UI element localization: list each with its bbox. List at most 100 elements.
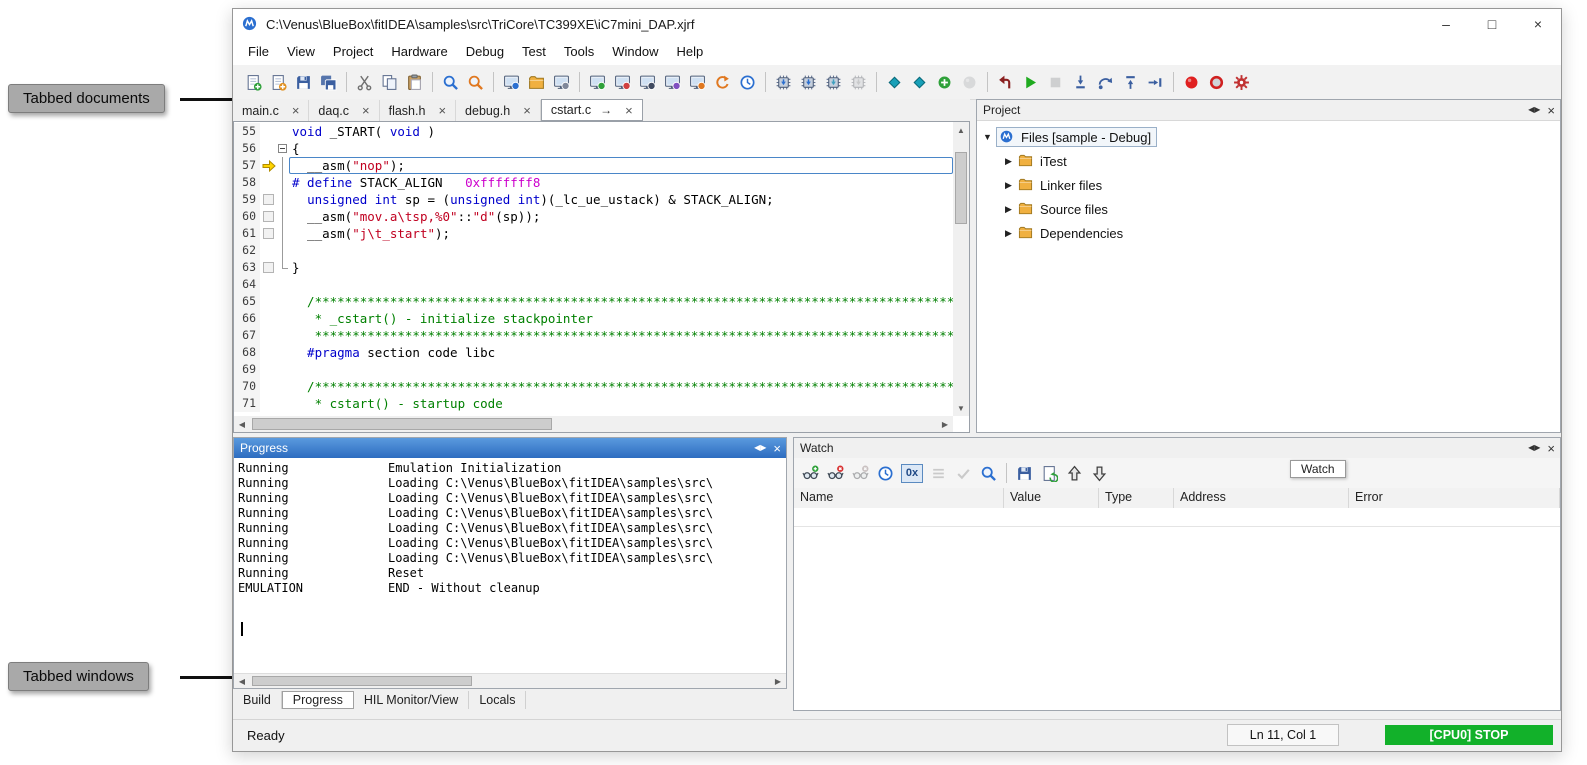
stop-button[interactable] — [1044, 71, 1067, 94]
column-header-error[interactable]: Error — [1349, 488, 1560, 508]
code-editor[interactable]: 55void _START( void )56{57 __asm("nop");… — [233, 121, 970, 433]
menu-file[interactable]: File — [239, 39, 278, 65]
code-line[interactable]: 66 * _cstart() - initialize stackpointer — [234, 310, 953, 327]
copy-button[interactable] — [378, 71, 401, 94]
view-memory-button[interactable] — [611, 71, 634, 94]
reset-button[interactable] — [994, 71, 1017, 94]
download-code-button[interactable] — [772, 71, 795, 94]
code-line[interactable]: 60 __asm("mov.a\tsp,%0"::"d"(sp)); — [234, 208, 953, 225]
code-line[interactable]: 62 — [234, 242, 953, 259]
close-panel-icon[interactable]: × — [773, 442, 781, 455]
dock-toggle-icon[interactable]: ◀▶ — [1528, 444, 1540, 452]
download-button[interactable] — [500, 71, 523, 94]
paste-button[interactable] — [403, 71, 426, 94]
column-header-name[interactable]: Name — [794, 488, 1004, 508]
collapse-icon[interactable] — [278, 144, 287, 153]
chevron-right-icon[interactable]: ▶ — [1005, 228, 1018, 239]
close-icon[interactable]: × — [523, 104, 531, 117]
close-panel-icon[interactable]: × — [1547, 442, 1555, 455]
code-line[interactable]: 61 __asm("j\t_start"); — [234, 225, 953, 242]
chevron-right-icon[interactable]: ▶ — [1005, 180, 1018, 191]
offline-button[interactable] — [958, 71, 981, 94]
save-all-button[interactable] — [317, 71, 340, 94]
menu-view[interactable]: View — [278, 39, 324, 65]
gutter-marker[interactable] — [260, 191, 277, 208]
editor-vertical-scrollbar[interactable]: ▲ ▼ — [953, 122, 969, 416]
hardware-options-button[interactable] — [550, 71, 573, 94]
column-header-value[interactable]: Value — [1004, 488, 1099, 508]
watch-empty-row[interactable] — [794, 508, 1560, 527]
close-panel-icon[interactable]: × — [1547, 104, 1555, 117]
code-line[interactable]: 70 /************************************… — [234, 378, 953, 395]
code-line[interactable]: 59 unsigned int sp = (unsigned int)(_lc_… — [234, 191, 953, 208]
tree-item-source-files[interactable]: ▶Source files — [977, 197, 1560, 221]
menu-hardware[interactable]: Hardware — [382, 39, 456, 65]
close-icon[interactable]: × — [362, 104, 370, 117]
verify-download-button[interactable] — [822, 71, 845, 94]
breakpoint-button[interactable] — [1205, 71, 1228, 94]
progress-horizontal-scrollbar[interactable]: ◀ ▶ — [234, 673, 786, 688]
add-watch-button[interactable] — [799, 462, 822, 485]
scrollbar-thumb[interactable] — [955, 152, 967, 224]
tree-item-linker-files[interactable]: ▶Linker files — [977, 173, 1560, 197]
code-line[interactable]: 64 — [234, 276, 953, 293]
code-line[interactable]: 56{ — [234, 140, 953, 157]
code-line[interactable]: 55void _START( void ) — [234, 123, 953, 140]
online-button[interactable] — [933, 71, 956, 94]
code-line[interactable]: 71 * cstart() - startup code — [234, 395, 953, 412]
tree-item-dependencies[interactable]: ▶Dependencies — [977, 221, 1560, 245]
gutter-marker[interactable] — [260, 225, 277, 242]
step-into-button[interactable] — [1069, 71, 1092, 94]
chevron-right-icon[interactable]: ▶ — [1005, 204, 1018, 215]
move-down-button[interactable] — [1088, 462, 1111, 485]
window-tab-build[interactable]: Build — [233, 691, 282, 709]
detach-button[interactable] — [908, 71, 931, 94]
open-workspace-button[interactable] — [525, 71, 548, 94]
doc-tab-main-c[interactable]: main.c× — [233, 100, 309, 121]
window-tab-hil-monitor-view[interactable]: HIL Monitor/View — [354, 691, 469, 709]
tree-item-itest[interactable]: ▶iTest — [977, 149, 1560, 173]
doc-tab-daq-c[interactable]: daq.c× — [309, 100, 379, 121]
tree-item-files-root[interactable]: ▼ Files [sample - Debug] — [977, 125, 1560, 149]
update-interval-button[interactable] — [874, 462, 897, 485]
scroll-right-icon[interactable]: ▶ — [937, 416, 953, 432]
menu-window[interactable]: Window — [603, 39, 667, 65]
step-over-button[interactable] — [1094, 71, 1117, 94]
cut-button[interactable] — [353, 71, 376, 94]
code-line[interactable]: 57 __asm("nop"); — [234, 157, 953, 174]
chevron-right-icon[interactable]: ▶ — [1005, 156, 1018, 167]
close-icon[interactable]: × — [625, 104, 633, 117]
column-header-address[interactable]: Address — [1174, 488, 1349, 508]
code-line[interactable]: 67 *************************************… — [234, 327, 953, 344]
dock-toggle-icon[interactable]: ◀▶ — [1528, 106, 1540, 114]
menu-debug[interactable]: Debug — [457, 39, 513, 65]
view-profiler-button[interactable] — [711, 71, 734, 94]
code-line[interactable]: 65 /************************************… — [234, 293, 953, 310]
scroll-right-icon[interactable]: ▶ — [770, 673, 786, 689]
menu-tools[interactable]: Tools — [555, 39, 603, 65]
code-line[interactable]: 58# define STACK_ALIGN 0xfffffff8 — [234, 174, 953, 191]
progress-log[interactable]: RunningEmulation InitializationRunningLo… — [234, 458, 786, 674]
window-tab-progress[interactable]: Progress — [282, 691, 354, 709]
record-button[interactable] — [1180, 71, 1203, 94]
dock-toggle-icon[interactable]: ◀▶ — [754, 444, 766, 452]
menu-project[interactable]: Project — [324, 39, 382, 65]
hex-display-toggle[interactable]: 0x — [901, 464, 923, 483]
code-line[interactable]: 63} — [234, 259, 953, 276]
doc-tab-debug-h[interactable]: debug.h× — [456, 100, 541, 121]
pin-icon[interactable]: → — [600, 104, 612, 116]
flash-program-button[interactable] — [847, 71, 870, 94]
code-line[interactable]: 68 #pragma section code libc — [234, 344, 953, 361]
code-line[interactable]: 69 — [234, 361, 953, 378]
close-icon[interactable]: × — [438, 104, 446, 117]
load-symbols-button[interactable] — [797, 71, 820, 94]
minimize-button[interactable]: – — [1423, 9, 1469, 39]
editor-horizontal-scrollbar[interactable]: ◀ ▶ — [234, 416, 953, 432]
doc-tab-cstart-c[interactable]: cstart.c→× — [541, 99, 643, 121]
scroll-down-icon[interactable]: ▼ — [953, 400, 969, 416]
find-in-files-button[interactable] — [464, 71, 487, 94]
scroll-left-icon[interactable]: ◀ — [234, 416, 250, 432]
modify-value-button[interactable] — [927, 462, 950, 485]
window-tab-locals[interactable]: Locals — [469, 691, 526, 709]
fold-marker[interactable] — [277, 140, 289, 157]
